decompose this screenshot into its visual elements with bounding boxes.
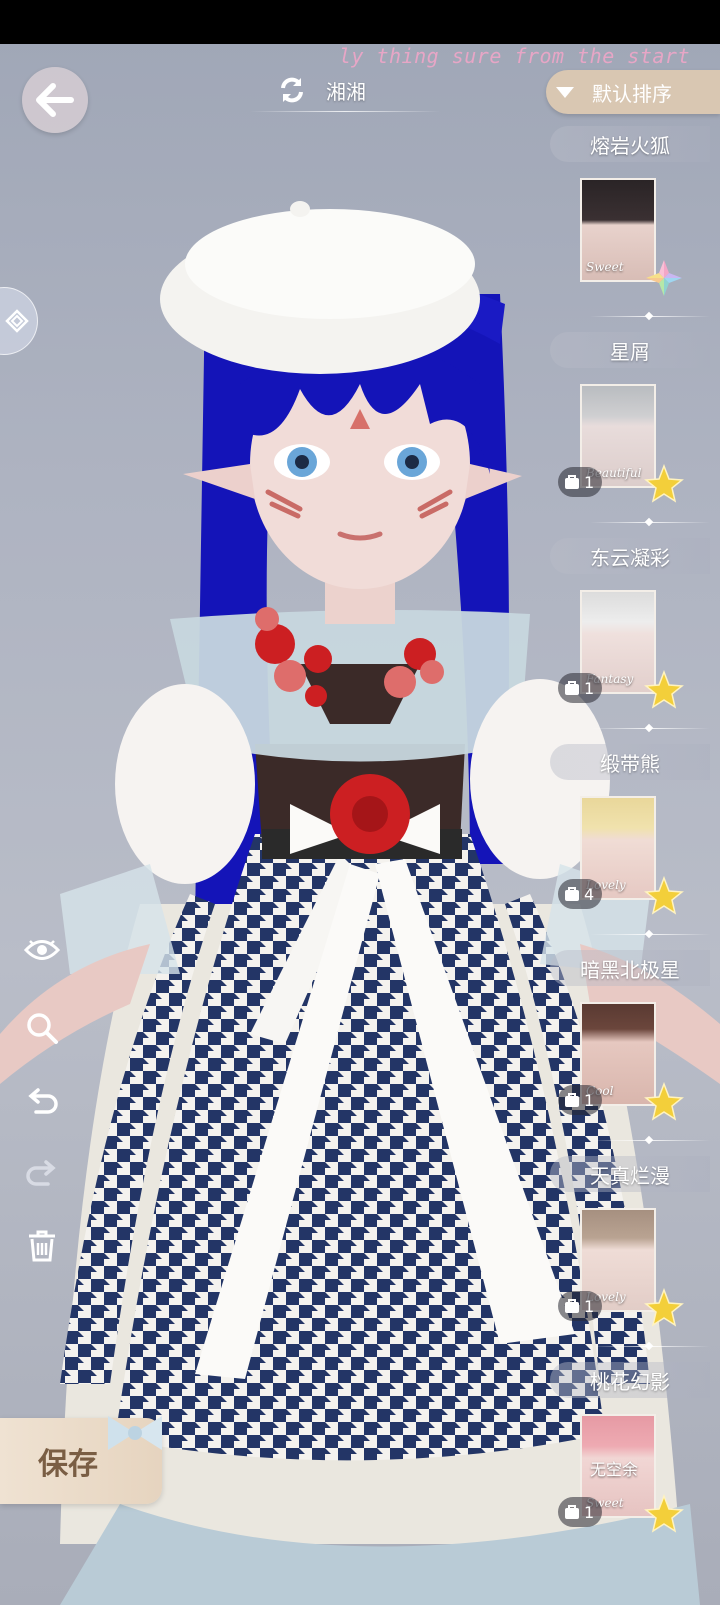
owned-count: 1 [584,678,595,698]
tagline-text: ly thing sure from the start [338,44,690,68]
owned-count: 1 [584,1090,595,1110]
face-name: 缎带熊 [550,744,710,780]
divider-dot [644,517,654,527]
bag-icon [565,475,579,489]
owned-count-badge: 1 [558,467,602,497]
back-arrow-icon [36,83,74,117]
owned-count: 1 [584,1296,595,1316]
face-name: 星屑 [550,332,710,368]
face-name: 桃花幻影 [550,1362,710,1398]
back-button[interactable] [22,67,88,133]
owned-count-badge: 4 [558,879,602,909]
owned-count-badge: 1 [558,1497,602,1527]
divider-dot [644,723,654,733]
face-name: 东云凝彩 [550,538,710,574]
divider-dot [644,311,654,321]
undo-icon [28,1088,58,1114]
sort-dropdown[interactable]: 默认排序 [546,70,720,114]
ribbon-decoration-icon [108,1416,162,1450]
face-name: 天真烂漫 [550,1156,710,1192]
face-status-label: 无空余 [590,1460,639,1479]
owned-count: 1 [584,472,595,492]
save-label: 保存 [38,1447,98,1482]
multicolor-gem-icon [646,260,682,296]
redo-icon [26,1160,56,1186]
switch-icon [281,77,303,103]
owned-count-badge: 1 [558,1291,602,1321]
undo-button[interactable] [22,1082,62,1122]
face-item[interactable]: 东云凝彩 Fantasy 1 [550,538,720,744]
delete-button[interactable] [22,1226,62,1266]
divider-dot [644,929,654,939]
character-name: 湘湘 [326,79,366,104]
owned-count: 4 [584,884,595,904]
gold-star-icon [644,1288,684,1327]
bag-icon [565,1093,579,1107]
bag-icon [565,1299,579,1313]
face-item[interactable]: 暗黑北极星 Cool 1 [550,950,720,1156]
face-style-label: Sweet [586,260,624,274]
divider-dot [644,1135,654,1145]
character-switch[interactable]: 湘湘 [278,70,366,110]
gold-star-icon [644,670,684,709]
face-item[interactable]: 缎带熊 Lovely 4 [550,744,720,950]
redo-button[interactable] [22,1154,62,1194]
face-item[interactable]: 桃花幻影 无空余 Sweet 1 [550,1362,720,1568]
bag-icon [565,887,579,901]
status-bar [0,0,720,44]
face-name: 熔岩火狐 [550,126,710,162]
gold-star-icon [644,876,684,915]
zoom-button[interactable] [22,1008,62,1048]
face-item[interactable]: 星屑 Beautiful 1 [550,332,720,538]
zoom-icon [27,1013,58,1044]
face-item[interactable]: 天真烂漫 Lovely 1 [550,1156,720,1362]
eye-icon [24,940,60,960]
owned-count-badge: 1 [558,673,602,703]
diamond-icon [5,309,29,333]
gold-star-icon [644,1494,684,1533]
dropdown-triangle-icon [556,86,574,98]
owned-count: 1 [584,1502,595,1522]
owned-count-badge: 1 [558,1085,602,1115]
gold-star-icon [644,1082,684,1121]
divider-dot [644,1341,654,1351]
face-item[interactable]: 熔岩火狐 Sweet [550,126,720,332]
trash-icon [29,1230,55,1262]
gold-star-icon [644,464,684,503]
bag-icon [565,681,579,695]
bag-icon [565,1505,579,1519]
title-divider [250,111,440,112]
sort-label: 默认排序 [592,81,672,106]
visibility-button[interactable] [22,930,62,970]
face-name: 暗黑北极星 [550,950,710,986]
